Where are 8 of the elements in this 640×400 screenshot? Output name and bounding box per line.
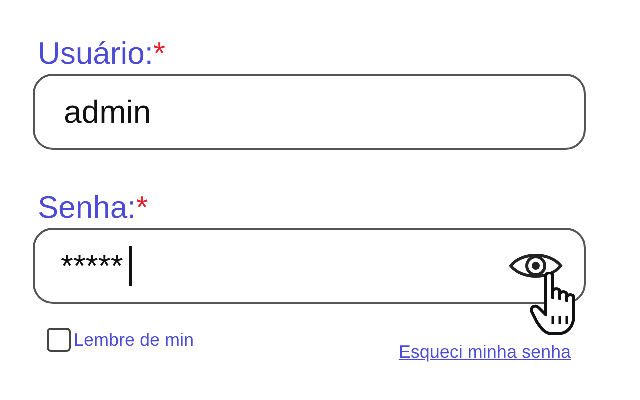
forgot-password-link[interactable]: Esqueci minha senha bbox=[398, 342, 571, 363]
field-label: Senha: bbox=[38, 190, 136, 226]
required-mark: * bbox=[136, 190, 148, 226]
field-label: Usuário: bbox=[38, 36, 154, 72]
required-mark: * bbox=[153, 36, 166, 72]
username-field[interactable]: admin bbox=[33, 74, 586, 150]
remember-checkbox[interactable] bbox=[47, 328, 71, 352]
checkbox-label[interactable]: Lembre de min bbox=[74, 330, 194, 350]
